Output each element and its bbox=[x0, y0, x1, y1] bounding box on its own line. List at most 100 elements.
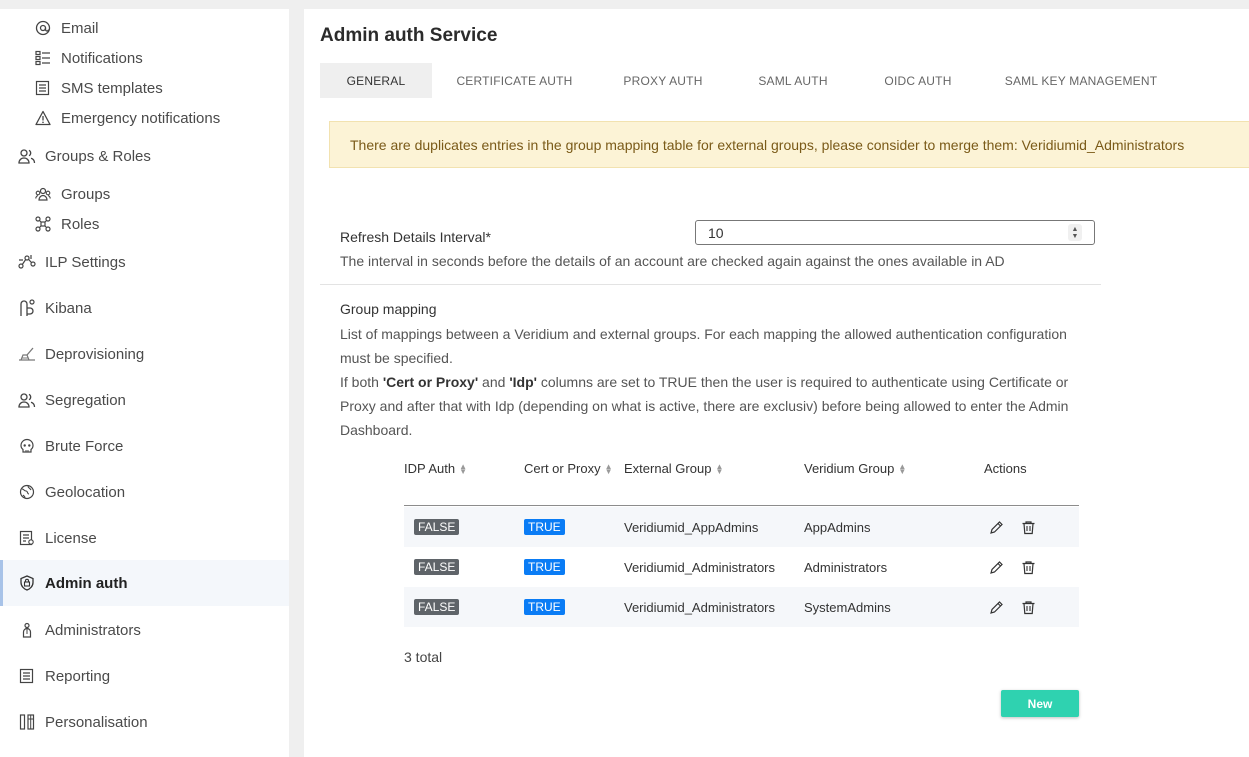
sidebar-item-email[interactable]: Email bbox=[0, 13, 289, 43]
sidebar-item-brute-force[interactable]: Brute Force bbox=[0, 426, 289, 466]
sidebar-item-label: License bbox=[45, 529, 97, 547]
idp-auth-badge: FALSE bbox=[414, 519, 460, 535]
sidebar-item-geolocation[interactable]: Geolocation bbox=[0, 472, 289, 512]
veridium-group-cell: Administrators bbox=[804, 559, 888, 575]
sort-icon[interactable]: ▲ ▼ bbox=[715, 462, 723, 475]
edit-icon[interactable] bbox=[988, 599, 1004, 615]
sidebar-item-label: SMS templates bbox=[61, 79, 163, 97]
sidebar-item-reporting[interactable]: Reporting bbox=[0, 656, 289, 696]
ilp-icon bbox=[18, 253, 36, 271]
administrator-icon bbox=[18, 621, 36, 639]
sort-icon[interactable]: ▲ ▼ bbox=[898, 462, 906, 475]
external-group-cell: Veridiumid_Administrators bbox=[624, 599, 776, 615]
desc-text: and bbox=[478, 374, 510, 390]
column-header-veridium-group[interactable]: Veridium Group ▲ ▼ bbox=[804, 461, 906, 476]
report-icon bbox=[18, 667, 36, 685]
group-mapping-description-line-1: List of mappings between a Veridium and … bbox=[340, 326, 1067, 366]
document-list-icon bbox=[34, 79, 52, 97]
group-icon bbox=[34, 185, 52, 203]
sidebar-item-label: Administrators bbox=[45, 621, 141, 639]
tab-general[interactable]: GENERAL bbox=[320, 63, 432, 98]
sidebar-item-label: Roles bbox=[61, 215, 100, 233]
desc-bold-idp: 'Idp' bbox=[509, 374, 537, 390]
tab-saml-auth[interactable]: SAML AUTH bbox=[729, 63, 857, 98]
spin-up-icon[interactable]: ▲ bbox=[1072, 226, 1079, 233]
sidebar-item-label: Segregation bbox=[45, 391, 126, 409]
actions-cell bbox=[988, 547, 1036, 587]
shield-icon bbox=[18, 574, 36, 592]
column-header-idp-auth[interactable]: IDP Auth ▲ ▼ bbox=[404, 461, 467, 476]
edit-icon[interactable] bbox=[988, 519, 1004, 535]
new-mapping-button[interactable]: New bbox=[1001, 690, 1079, 717]
tab-proxy-auth[interactable]: PROXY AUTH bbox=[597, 63, 729, 98]
sidebar-item-deprovisioning[interactable]: Deprovisioning bbox=[0, 334, 289, 374]
desc-bold-cert-or-proxy: 'Cert or Proxy' bbox=[382, 374, 479, 390]
refresh-interval-value: 10 bbox=[708, 224, 724, 241]
sidebar-item-administrators[interactable]: Administrators bbox=[0, 610, 289, 650]
table-row: FALSE TRUE Veridiumid_Administrators Adm… bbox=[404, 547, 1079, 587]
group-mapping-description: List of mappings between a Veridium and … bbox=[340, 322, 1088, 442]
delete-icon[interactable] bbox=[1020, 519, 1036, 535]
group-mapping-description-line-2: If both 'Cert or Proxy' and 'Idp' column… bbox=[340, 370, 1088, 442]
list-icon bbox=[34, 49, 52, 67]
idp-auth-badge: FALSE bbox=[414, 599, 460, 615]
sidebar-item-sms-templates[interactable]: SMS templates bbox=[0, 73, 289, 103]
number-spinner[interactable]: ▲ ▼ bbox=[1068, 224, 1082, 241]
segregation-icon bbox=[18, 391, 36, 409]
sidebar-item-license[interactable]: License bbox=[0, 518, 289, 558]
table-row: FALSE TRUE Veridiumid_AppAdmins AppAdmin… bbox=[404, 507, 1079, 547]
personalisation-icon bbox=[18, 713, 36, 731]
spin-down-icon[interactable]: ▼ bbox=[1072, 233, 1079, 240]
sidebar-item-roles[interactable]: Roles bbox=[0, 209, 289, 239]
duplicate-warning-alert: There are duplicates entries in the grou… bbox=[329, 121, 1249, 168]
column-header-label: Veridium Group bbox=[804, 461, 895, 476]
sidebar-item-notifications[interactable]: Notifications bbox=[0, 43, 289, 73]
column-header-external-group[interactable]: External Group ▲ ▼ bbox=[624, 461, 723, 476]
tab-saml-key-management[interactable]: SAML KEY MANAGEMENT bbox=[979, 63, 1183, 98]
group-mapping-title: Group mapping bbox=[340, 301, 437, 317]
delete-icon[interactable] bbox=[1020, 599, 1036, 615]
warning-icon bbox=[34, 109, 52, 127]
cert-or-proxy-badge: TRUE bbox=[524, 559, 565, 575]
page-title: Admin auth Service bbox=[320, 25, 498, 46]
delete-icon[interactable] bbox=[1020, 559, 1036, 575]
sidebar-item-label: Brute Force bbox=[45, 437, 124, 455]
sidebar-item-ilp-settings[interactable]: ILP Settings bbox=[0, 242, 289, 282]
sidebar-item-label: Geolocation bbox=[45, 483, 126, 501]
sidebar-item-label: Personalisation bbox=[45, 713, 148, 731]
external-group-cell: Veridiumid_Administrators bbox=[624, 559, 776, 575]
column-header-label: External Group bbox=[624, 461, 712, 476]
sort-icon[interactable]: ▲ ▼ bbox=[605, 462, 613, 475]
actions-cell bbox=[988, 507, 1036, 547]
sidebar-item-label: Email bbox=[61, 19, 99, 37]
sidebar-item-groups-roles[interactable]: Groups & Roles bbox=[0, 136, 289, 176]
sort-icon[interactable]: ▲ ▼ bbox=[459, 462, 467, 475]
sidebar-item-label: Reporting bbox=[45, 667, 111, 685]
column-header-cert-or-proxy[interactable]: Cert or Proxy ▲ ▼ bbox=[524, 461, 613, 476]
sidebar-item-groups[interactable]: Groups bbox=[0, 179, 289, 209]
refresh-interval-input[interactable]: 10 ▲ ▼ bbox=[695, 220, 1095, 245]
sidebar-item-emergency-notifications[interactable]: Emergency notifications bbox=[0, 103, 289, 133]
alert-text: There are duplicates entries in the grou… bbox=[350, 136, 1185, 153]
sidebar-item-label: Kibana bbox=[45, 299, 92, 317]
sidebar-item-label: ILP Settings bbox=[45, 253, 126, 271]
column-header-actions: Actions bbox=[984, 461, 1027, 476]
desc-text: If both bbox=[340, 374, 383, 390]
tab-certificate-auth[interactable]: CERTIFICATE AUTH bbox=[432, 63, 597, 98]
column-header-label: IDP Auth bbox=[404, 461, 456, 476]
idp-auth-badge: FALSE bbox=[414, 559, 460, 575]
deprovision-icon bbox=[18, 345, 36, 363]
refresh-interval-label: Refresh Details Interval* bbox=[340, 229, 491, 245]
edit-icon[interactable] bbox=[988, 559, 1004, 575]
sidebar-item-personalisation[interactable]: Personalisation bbox=[0, 702, 289, 742]
actions-cell bbox=[988, 587, 1036, 627]
sidebar-item-kibana[interactable]: Kibana bbox=[0, 288, 289, 328]
skull-icon bbox=[18, 437, 36, 455]
sidebar-item-admin-auth[interactable]: Admin auth bbox=[0, 560, 289, 606]
table-header-divider bbox=[404, 505, 1079, 506]
veridium-group-cell: AppAdmins bbox=[804, 519, 871, 535]
refresh-interval-description: The interval in seconds before the detai… bbox=[340, 253, 1005, 269]
sidebar-item-segregation[interactable]: Segregation bbox=[0, 380, 289, 420]
users-icon bbox=[18, 147, 36, 165]
tab-oidc-auth[interactable]: OIDC AUTH bbox=[857, 63, 979, 98]
